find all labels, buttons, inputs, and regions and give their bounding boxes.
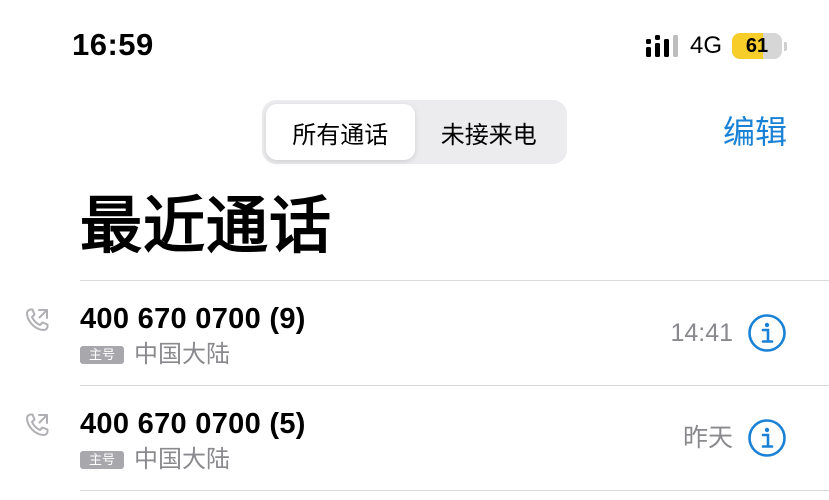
sim-badge: 主号 <box>80 346 125 364</box>
status-time: 16:59 <box>72 27 154 62</box>
call-list: 400 670 0700 (9) 主号 中国大陆 14:41 400 670 0… <box>0 280 829 491</box>
battery-level: 61 <box>745 35 769 57</box>
info-icon[interactable] <box>747 313 787 353</box>
call-location: 中国大陆 <box>134 446 231 473</box>
call-time: 14:41 <box>670 319 733 347</box>
call-number: 400 670 0700 (5) <box>80 408 306 440</box>
call-subtitle: 主号 中国大陆 <box>80 444 230 476</box>
list-divider <box>80 490 829 491</box>
call-number: 400 670 0700 (9) <box>80 303 306 335</box>
status-indicators: 4G 61 <box>645 30 787 62</box>
signal-bars-icon <box>645 35 678 57</box>
call-location: 中国大陆 <box>134 341 231 368</box>
segment-missed-calls[interactable]: 未接来电 <box>415 104 564 160</box>
segment-all-calls[interactable]: 所有通话 <box>266 104 415 160</box>
battery-cap <box>784 41 787 51</box>
call-row[interactable]: 400 670 0700 (9) 主号 中国大陆 14:41 <box>0 281 829 385</box>
network-type: 4G <box>689 32 722 59</box>
recents-screen: 16:59 4G 61 所有通话 未接来电 编辑 最近通话 400 670 07… <box>0 0 829 500</box>
battery-indicator: 61 <box>732 33 787 59</box>
page-title: 最近通话 <box>80 192 333 261</box>
phone-outgoing-icon <box>26 413 49 436</box>
edit-button[interactable]: 编辑 <box>723 110 787 154</box>
sim-badge: 主号 <box>80 451 125 469</box>
info-icon[interactable] <box>747 418 787 458</box>
call-time: 昨天 <box>682 424 733 452</box>
call-filter-segmented-control: 所有通话 未接来电 <box>262 100 567 164</box>
battery-icon: 61 <box>732 33 782 59</box>
call-subtitle: 主号 中国大陆 <box>80 339 230 371</box>
phone-outgoing-icon <box>26 308 49 331</box>
call-row[interactable]: 400 670 0700 (5) 主号 中国大陆 昨天 <box>0 386 829 490</box>
